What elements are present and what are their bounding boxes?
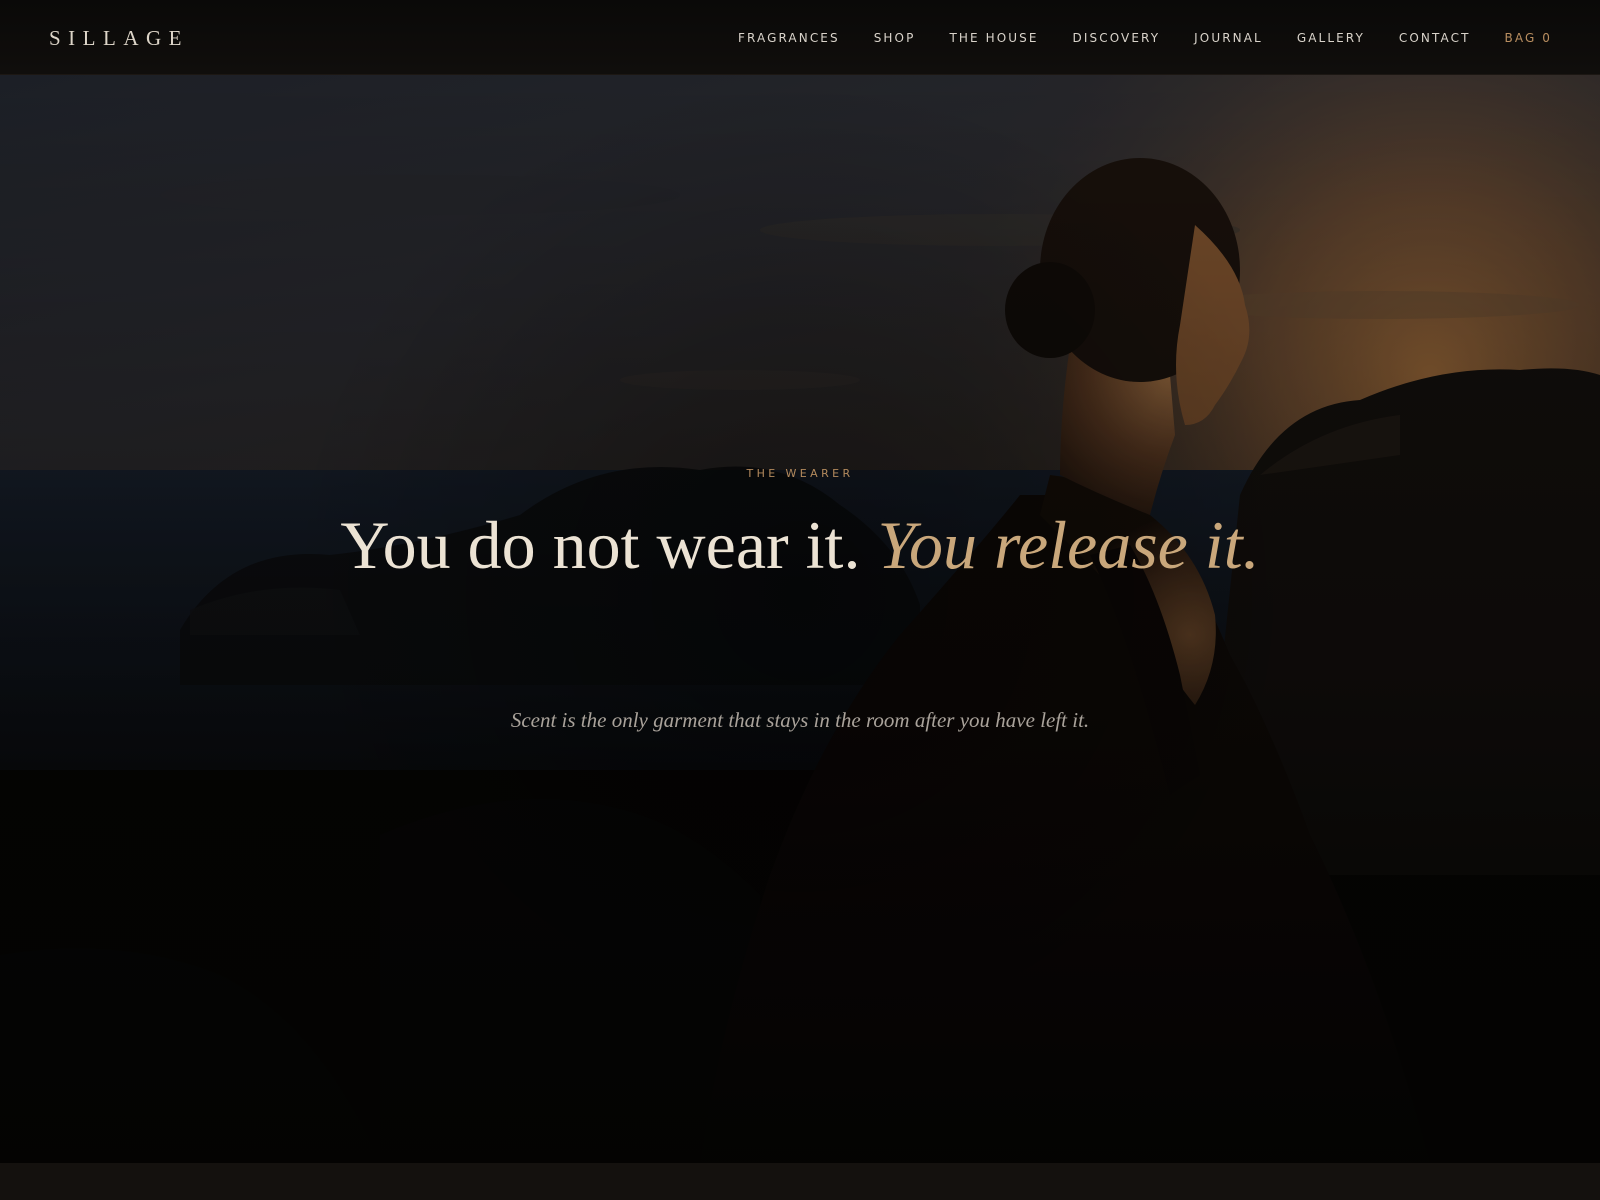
- hero-section: THE WEARER You do not wear it. You relea…: [0, 75, 1600, 1163]
- nav-item-gallery[interactable]: GALLERY: [1297, 28, 1365, 48]
- hero-headline: You do not wear it. You release it.: [340, 503, 1260, 587]
- hero-headline-accent: You release it.: [877, 507, 1260, 583]
- next-section-edge: [0, 1163, 1600, 1200]
- hero-headline-main: You do not wear it.: [340, 507, 878, 583]
- nav-item-fragrances[interactable]: FRAGRANCES: [738, 28, 840, 48]
- hero-content: THE WEARER You do not wear it. You relea…: [0, 75, 1600, 1163]
- top-navigation-bar: SILLAGE FRAGRANCES SHOP THE HOUSE DISCOV…: [0, 0, 1600, 75]
- hero-subline: Scent is the only garment that stays in …: [510, 708, 1090, 732]
- brand-logo[interactable]: SILLAGE: [49, 24, 189, 52]
- main-nav: FRAGRANCES SHOP THE HOUSE DISCOVERY JOUR…: [738, 28, 1552, 48]
- nav-item-the-house[interactable]: THE HOUSE: [949, 28, 1038, 48]
- nav-item-shop[interactable]: SHOP: [874, 28, 916, 48]
- nav-item-discovery[interactable]: DISCOVERY: [1073, 28, 1161, 48]
- bag-link[interactable]: BAG 0: [1505, 28, 1552, 48]
- nav-item-journal[interactable]: JOURNAL: [1194, 28, 1263, 48]
- nav-item-contact[interactable]: CONTACT: [1399, 28, 1471, 48]
- hero-eyebrow: THE WEARER: [746, 467, 854, 480]
